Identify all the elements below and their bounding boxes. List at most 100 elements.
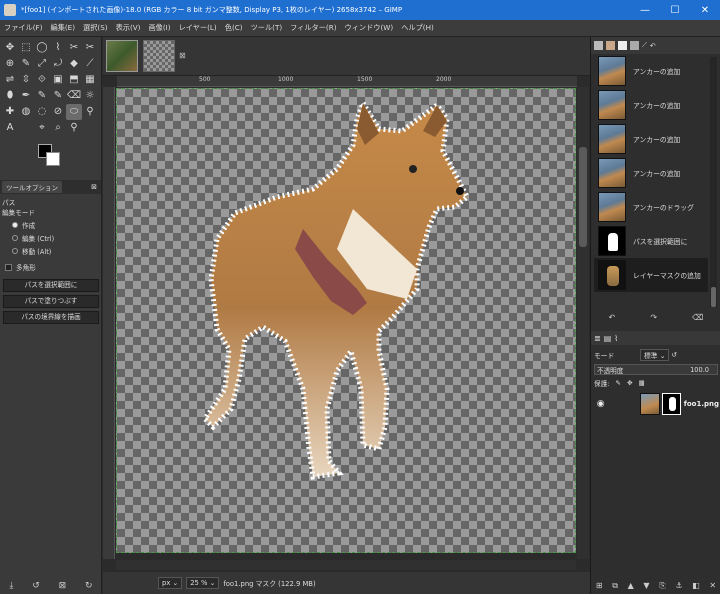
- tool-icon[interactable]: ⟋: [82, 56, 98, 72]
- history-item[interactable]: アンカーの追加: [594, 88, 708, 122]
- menu-edit[interactable]: 編集(E): [47, 23, 80, 33]
- background-color-swatch[interactable]: [46, 152, 60, 166]
- image-tab-foo1[interactable]: [143, 40, 175, 72]
- path-to-selection-button[interactable]: パスを選択範囲に: [3, 279, 99, 292]
- unit-select[interactable]: px ⌄: [158, 577, 183, 589]
- scroll-thumb[interactable]: [579, 147, 587, 247]
- menu-tools[interactable]: ツール(T): [247, 23, 287, 33]
- tool-icon[interactable]: ▦: [82, 72, 98, 88]
- redo-icon[interactable]: ↷: [650, 313, 657, 327]
- tab-menu-icon[interactable]: ⊠: [91, 183, 97, 191]
- menu-image[interactable]: 画像(I): [144, 23, 174, 33]
- lock-pixels-icon[interactable]: ✎: [615, 379, 621, 387]
- tool-icon[interactable]: ✎: [34, 88, 50, 104]
- new-group-icon[interactable]: ⧉: [612, 581, 618, 591]
- new-layer-icon[interactable]: ⊞: [596, 581, 603, 591]
- tool-icon[interactable]: ⚲: [82, 104, 98, 120]
- layer-name[interactable]: foo1.png: [684, 400, 719, 408]
- tab-brushes[interactable]: [594, 41, 603, 50]
- tool-icon[interactable]: ◍: [18, 104, 34, 120]
- layer-row[interactable]: ◉ foo1.png: [593, 390, 719, 418]
- tool-icon[interactable]: ⌇: [50, 40, 66, 56]
- mode-design-radio[interactable]: 作成: [12, 220, 99, 230]
- tool-icon[interactable]: ⌫: [66, 88, 82, 104]
- mask-icon[interactable]: ◧: [692, 581, 700, 591]
- menu-select[interactable]: 選択(S): [79, 23, 112, 33]
- tab-layers-icon[interactable]: ≣: [594, 334, 601, 343]
- duplicate-layer-icon[interactable]: ⎘: [659, 581, 665, 591]
- lock-alpha-icon[interactable]: ▦: [638, 379, 644, 387]
- tool-icon[interactable]: ☼: [82, 88, 98, 104]
- tool-icon[interactable]: ⊘: [50, 104, 66, 120]
- restore-options-icon[interactable]: ↺: [32, 581, 40, 591]
- menu-file[interactable]: ファイル(F): [0, 23, 47, 33]
- clear-history-icon[interactable]: ⌫: [692, 313, 703, 327]
- tool-icon[interactable]: ⟐: [34, 72, 50, 88]
- layer-mask-thumbnail[interactable]: [661, 393, 681, 415]
- mode-edit-radio[interactable]: 編集 (Ctrl): [12, 233, 99, 243]
- tool-icon[interactable]: ⬒: [66, 72, 82, 88]
- menu-windows[interactable]: ウィンドウ(W): [341, 23, 398, 33]
- tool-icon[interactable]: A: [2, 120, 18, 136]
- tab-fonts[interactable]: [618, 41, 627, 50]
- history-item[interactable]: パスを選択範囲に: [594, 224, 708, 258]
- tool-icon[interactable]: ⬮: [2, 88, 18, 104]
- history-item-selected[interactable]: レイヤーマスクの追加: [594, 258, 708, 292]
- menu-layer[interactable]: レイヤー(L): [175, 23, 221, 33]
- tool-icon[interactable]: ▣: [50, 72, 66, 88]
- delete-options-icon[interactable]: ⊠: [59, 581, 67, 591]
- history-scrollbar[interactable]: [710, 57, 717, 307]
- tool-icon[interactable]: ⬭: [66, 104, 82, 120]
- menu-view[interactable]: 表示(V): [112, 23, 145, 33]
- mode-reset-icon[interactable]: ↺: [671, 351, 677, 359]
- tab-paths-icon[interactable]: ⟋: [642, 41, 647, 50]
- opacity-value[interactable]: 100.0: [690, 366, 709, 374]
- scroll-thumb[interactable]: [711, 287, 716, 307]
- anchor-layer-icon[interactable]: ⚓: [675, 581, 682, 591]
- history-item[interactable]: アンカーの追加: [594, 54, 708, 88]
- menu-filters[interactable]: フィルター(R): [286, 23, 340, 33]
- tool-icon[interactable]: ⚲: [66, 120, 82, 136]
- tool-icon[interactable]: ⌖: [34, 120, 50, 136]
- tool-icon[interactable]: ✚: [2, 104, 18, 120]
- tool-icon[interactable]: ⌕: [50, 120, 66, 136]
- tab-paths-icon[interactable]: ⌇: [614, 334, 618, 343]
- image-canvas[interactable]: [116, 88, 576, 553]
- tool-icon[interactable]: ◯: [34, 40, 50, 56]
- menu-colors[interactable]: 色(C): [221, 23, 247, 33]
- tool-icon[interactable]: ⊕: [2, 56, 18, 72]
- lower-layer-icon[interactable]: ▼: [643, 581, 649, 591]
- image-tab-original[interactable]: [106, 40, 138, 72]
- tool-icon[interactable]: ✎: [18, 56, 34, 72]
- tab-patterns[interactable]: [606, 41, 615, 50]
- tool-icon[interactable]: ⇳: [18, 72, 34, 88]
- tab-tool-options[interactable]: ツールオプション: [2, 181, 62, 193]
- history-item[interactable]: アンカーの追加: [594, 122, 708, 156]
- undo-icon[interactable]: ↶: [609, 313, 616, 327]
- tool-icon[interactable]: ✎: [50, 88, 66, 104]
- raise-layer-icon[interactable]: ▲: [628, 581, 634, 591]
- tool-icon[interactable]: ⤾: [50, 56, 66, 72]
- close-image-tab-icon[interactable]: ⊠: [179, 51, 186, 60]
- tab-documents[interactable]: [630, 41, 639, 50]
- tool-icon[interactable]: ✒: [18, 88, 34, 104]
- reset-options-icon[interactable]: ↻: [85, 581, 93, 591]
- tool-icon[interactable]: [18, 120, 34, 136]
- vertical-ruler[interactable]: [103, 87, 115, 559]
- maximize-button[interactable]: ☐: [660, 5, 690, 16]
- tool-icon[interactable]: ✥: [2, 40, 18, 56]
- opacity-slider[interactable]: 不透明度 100.0: [594, 364, 718, 375]
- mode-move-radio[interactable]: 移動 (Alt): [12, 246, 99, 256]
- tool-icon[interactable]: ◆: [66, 56, 82, 72]
- tool-icon[interactable]: ✂: [82, 40, 98, 56]
- history-item[interactable]: アンカーの追加: [594, 156, 708, 190]
- tab-history-icon[interactable]: ↶: [650, 42, 656, 50]
- menu-help[interactable]: ヘルプ(H): [397, 23, 438, 33]
- visibility-eye-icon[interactable]: ◉: [593, 399, 608, 409]
- tool-icon[interactable]: ⬚: [18, 40, 34, 56]
- history-item[interactable]: アンカーのドラッグ: [594, 190, 708, 224]
- tool-icon[interactable]: ⤢: [34, 56, 50, 72]
- mode-select[interactable]: 標準 ⌄: [640, 348, 670, 361]
- tool-icon[interactable]: ◌: [34, 104, 50, 120]
- polygon-checkbox[interactable]: 多角形: [5, 262, 99, 272]
